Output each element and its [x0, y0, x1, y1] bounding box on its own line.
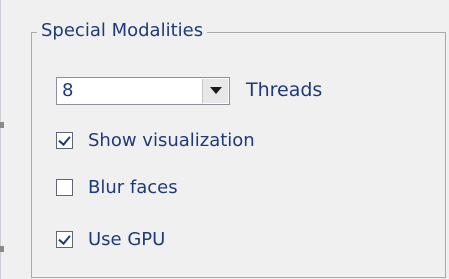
threads-dropdown[interactable]: 8 — [56, 77, 230, 105]
group-title: Special Modalities — [37, 20, 208, 42]
threads-label: Threads — [246, 79, 323, 101]
blur-faces-label[interactable]: Blur faces — [88, 177, 178, 199]
window-edge-tick — [0, 246, 4, 252]
use-gpu-checkbox[interactable] — [56, 231, 73, 248]
threads-dropdown-value: 8 — [62, 80, 74, 101]
use-gpu-label[interactable]: Use GPU — [88, 229, 165, 251]
show-visualization-checkbox[interactable] — [56, 132, 73, 149]
window-edge-tick — [0, 122, 4, 128]
dropdown-button[interactable] — [202, 79, 228, 103]
window-edge — [0, 0, 1, 279]
blur-faces-checkbox[interactable] — [56, 179, 73, 196]
show-visualization-label[interactable]: Show visualization — [88, 130, 255, 152]
chevron-down-icon — [210, 87, 222, 94]
checkmark-icon — [58, 232, 71, 245]
checkmark-icon — [58, 133, 71, 146]
